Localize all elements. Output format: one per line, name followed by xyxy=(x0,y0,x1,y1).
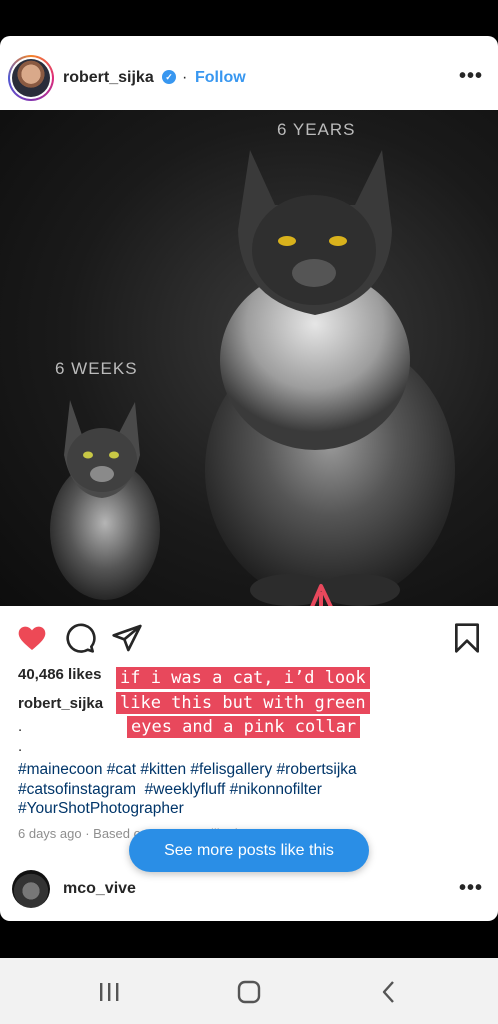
photo-label-weeks: 6 WEEKS xyxy=(55,359,138,378)
caption-line: . xyxy=(18,738,23,755)
hashtags: #mainecoon #cat #kitten #felisgallery #r… xyxy=(18,760,488,819)
post-card: robert_sijka ✓ · Follow ••• 6 YEARS 6 WE… xyxy=(0,36,498,921)
share-icon[interactable] xyxy=(111,622,143,654)
next-post-header: mco_vive ••• xyxy=(0,864,498,921)
hashtag-link[interactable]: #weeklyfluff xyxy=(145,781,226,798)
likes-count[interactable]: 40,486 likes xyxy=(18,666,101,683)
comment-icon[interactable] xyxy=(64,622,96,654)
see-more-posts-button[interactable]: See more posts like this xyxy=(129,829,369,872)
hashtag-link[interactable]: #robertsijka xyxy=(277,761,357,778)
post-actions xyxy=(0,606,498,666)
username[interactable]: robert_sijka xyxy=(63,69,154,87)
verified-badge-icon: ✓ xyxy=(162,70,176,84)
sticker-text-line: like this but with green xyxy=(116,692,370,714)
avatar[interactable] xyxy=(12,870,50,908)
caption-username[interactable]: robert_sijka xyxy=(18,695,103,712)
back-icon[interactable] xyxy=(374,978,404,1006)
hashtag-link[interactable]: #cat xyxy=(107,761,136,778)
system-nav-bar xyxy=(0,958,498,1024)
post-header: robert_sijka ✓ · Follow ••• xyxy=(0,36,498,110)
more-options-icon[interactable]: ••• xyxy=(459,65,483,88)
caption-line: . xyxy=(18,718,23,735)
hashtag-link[interactable]: #YourShotPhotographer xyxy=(18,800,184,817)
more-options-icon[interactable]: ••• xyxy=(459,877,483,900)
post-photo[interactable]: 6 YEARS 6 WEEKS xyxy=(0,110,498,606)
avatar[interactable] xyxy=(8,55,54,101)
cat-illustration xyxy=(50,150,455,606)
sticker-text-line: eyes and a pink collar xyxy=(127,716,361,738)
bookmark-icon[interactable] xyxy=(451,622,483,654)
heart-icon[interactable] xyxy=(16,622,48,654)
hashtag-link[interactable]: #mainecoon xyxy=(18,761,102,778)
hashtag-link[interactable]: #kitten xyxy=(140,761,186,778)
recents-icon[interactable] xyxy=(94,978,124,1006)
follow-button[interactable]: Follow xyxy=(195,69,246,87)
home-icon[interactable] xyxy=(234,978,264,1006)
hashtag-link[interactable]: #nikonnofilter xyxy=(230,781,322,798)
separator: · xyxy=(182,69,188,86)
photo-label-years: 6 YEARS xyxy=(277,120,356,139)
sticker-text-line: if i was a cat, i’d look xyxy=(116,667,370,689)
hashtag-link[interactable]: #felisgallery xyxy=(190,761,272,778)
hashtag-link[interactable]: #catsofinstagram xyxy=(18,781,136,798)
username[interactable]: mco_vive xyxy=(63,880,136,898)
